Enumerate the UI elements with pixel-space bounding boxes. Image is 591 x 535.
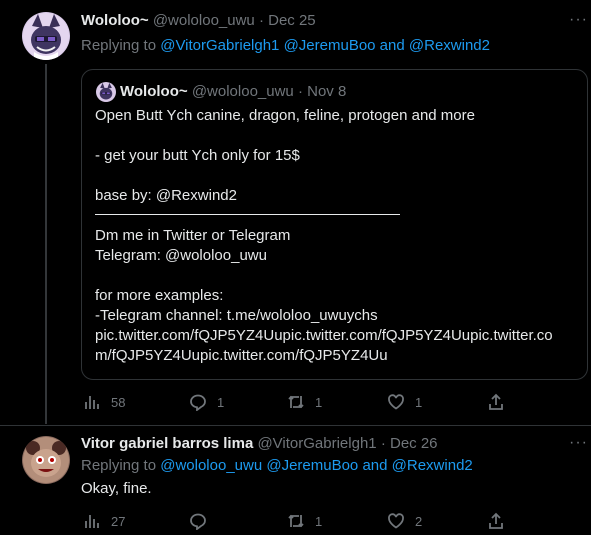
retweet-button[interactable]: 1 <box>287 392 322 412</box>
reply-button[interactable]: 1 <box>189 392 224 412</box>
action-bar: 27 1 2 <box>81 511 503 531</box>
heart-icon <box>388 394 404 410</box>
quoted-tweet[interactable]: Wololoo~ @wololoo_uwu · Nov 8 Open Butt … <box>81 69 588 380</box>
views-count: 58 <box>111 394 126 410</box>
quote-line <box>95 266 585 286</box>
retweet-count: 1 <box>315 513 323 529</box>
heart-icon <box>388 513 404 529</box>
thread-line <box>45 64 47 424</box>
quote-line: Dm me in Twitter or Telegram <box>95 227 291 244</box>
replying-to: Replying to @VitorGabrielgh1 @JeremuBoo … <box>81 37 490 55</box>
more-button[interactable]: ··· <box>569 434 588 451</box>
avatar[interactable] <box>22 436 70 484</box>
quote-author-handle: @wololoo_uwu <box>191 83 294 100</box>
quote-header: Wololoo~ @wololoo_uwu · Nov 8 <box>120 82 346 102</box>
more-button[interactable]: ··· <box>569 11 588 28</box>
quote-line: for more examples: <box>95 287 224 304</box>
quote-line: -Telegram channel: t.me/wololoo_uwuychs <box>95 307 378 324</box>
quote-line: m/fQJP5YZ4Uupic.twitter.com/fQJP5YZ4Uu <box>95 347 388 364</box>
retweet-icon <box>288 395 304 409</box>
retweet-icon <box>288 514 304 528</box>
avatar[interactable] <box>22 12 70 60</box>
author-name[interactable]: Vitor gabriel barros lima <box>81 435 253 452</box>
mention-link[interactable]: @JeremuBoo <box>284 37 376 54</box>
separator: · <box>258 12 264 29</box>
creature-avatar-icon <box>22 436 70 484</box>
tweet-header: Vitor gabriel barros lima @VitorGabrielg… <box>81 435 438 453</box>
mention-link[interactable]: @JeremuBoo <box>266 457 358 474</box>
reply-count: 1 <box>217 394 225 410</box>
reply-icon <box>190 513 206 530</box>
share-button[interactable] <box>487 392 505 412</box>
replying-prefix: Replying to <box>81 457 161 474</box>
reply-icon <box>190 394 206 411</box>
separator: · <box>297 83 303 100</box>
replying-prefix: Replying to <box>81 37 161 54</box>
quote-author-name: Wololoo~ <box>120 83 188 100</box>
author-handle[interactable]: @VitorGabrielgh1 <box>257 435 376 452</box>
tweet-vitor[interactable]: Vitor gabriel barros lima @VitorGabrielg… <box>0 426 591 535</box>
author-handle[interactable]: @wololoo_uwu <box>153 12 255 29</box>
analytics-icon <box>85 515 99 528</box>
tweet-date[interactable]: Dec 25 <box>268 12 316 29</box>
quote-line <box>95 126 585 146</box>
like-count: 1 <box>415 394 423 410</box>
mention-link[interactable]: @VitorGabrielgh1 <box>160 37 279 54</box>
more-dots-icon: ··· <box>569 11 588 28</box>
quote-line <box>95 166 585 186</box>
replying-joiner: and <box>358 457 392 474</box>
separator: · <box>380 435 386 452</box>
quote-avatar <box>96 82 116 102</box>
tweet-text: Okay, fine. <box>81 480 152 497</box>
mention-link[interactable]: @Rexwind2 <box>392 457 473 474</box>
tweet-header: Wololoo~ @wololoo_uwu · Dec 25 <box>81 12 316 30</box>
share-icon <box>489 512 503 529</box>
quote-line: Telegram: @wololoo_uwu <box>95 247 267 264</box>
tweet-wololoo[interactable]: Wololoo~ @wololoo_uwu · Dec 25 ··· Reply… <box>0 0 591 425</box>
action-bar: 58 1 1 1 <box>81 392 503 412</box>
like-button[interactable]: 1 <box>387 392 422 412</box>
mention-link[interactable]: @wololoo_uwu <box>160 457 262 474</box>
text-divider <box>95 206 585 226</box>
share-button[interactable] <box>487 511 505 531</box>
quote-line: base by: @Rexwind2 <box>95 187 237 204</box>
quote-line: - get your butt Ych only for 15$ <box>95 147 300 164</box>
like-count: 2 <box>415 513 423 529</box>
quote-date: Nov 8 <box>307 83 347 100</box>
wolf-avatar-icon <box>22 12 70 60</box>
mention-link[interactable]: @Rexwind2 <box>409 37 490 54</box>
more-dots-icon: ··· <box>569 434 588 451</box>
views-count: 27 <box>111 513 126 529</box>
like-button[interactable]: 2 <box>387 511 422 531</box>
views-button[interactable]: 58 <box>83 392 125 412</box>
tweet-date[interactable]: Dec 26 <box>390 435 438 452</box>
reply-button[interactable] <box>189 511 217 531</box>
retweet-button[interactable]: 1 <box>287 511 322 531</box>
replying-to: Replying to @wololoo_uwu @JeremuBoo and … <box>81 457 473 475</box>
quote-text: Open Butt Ych canine, dragon, feline, pr… <box>95 106 585 366</box>
author-name[interactable]: Wololoo~ <box>81 12 149 29</box>
wolf-avatar-icon <box>96 82 116 102</box>
quote-line: Open Butt Ych canine, dragon, feline, pr… <box>95 107 475 124</box>
analytics-icon <box>85 396 99 409</box>
share-icon <box>489 393 503 410</box>
quote-line: pic.twitter.com/fQJP5YZ4Uupic.twitter.co… <box>95 327 553 344</box>
retweet-count: 1 <box>315 394 323 410</box>
views-button[interactable]: 27 <box>83 511 125 531</box>
replying-joiner: and <box>375 37 409 54</box>
